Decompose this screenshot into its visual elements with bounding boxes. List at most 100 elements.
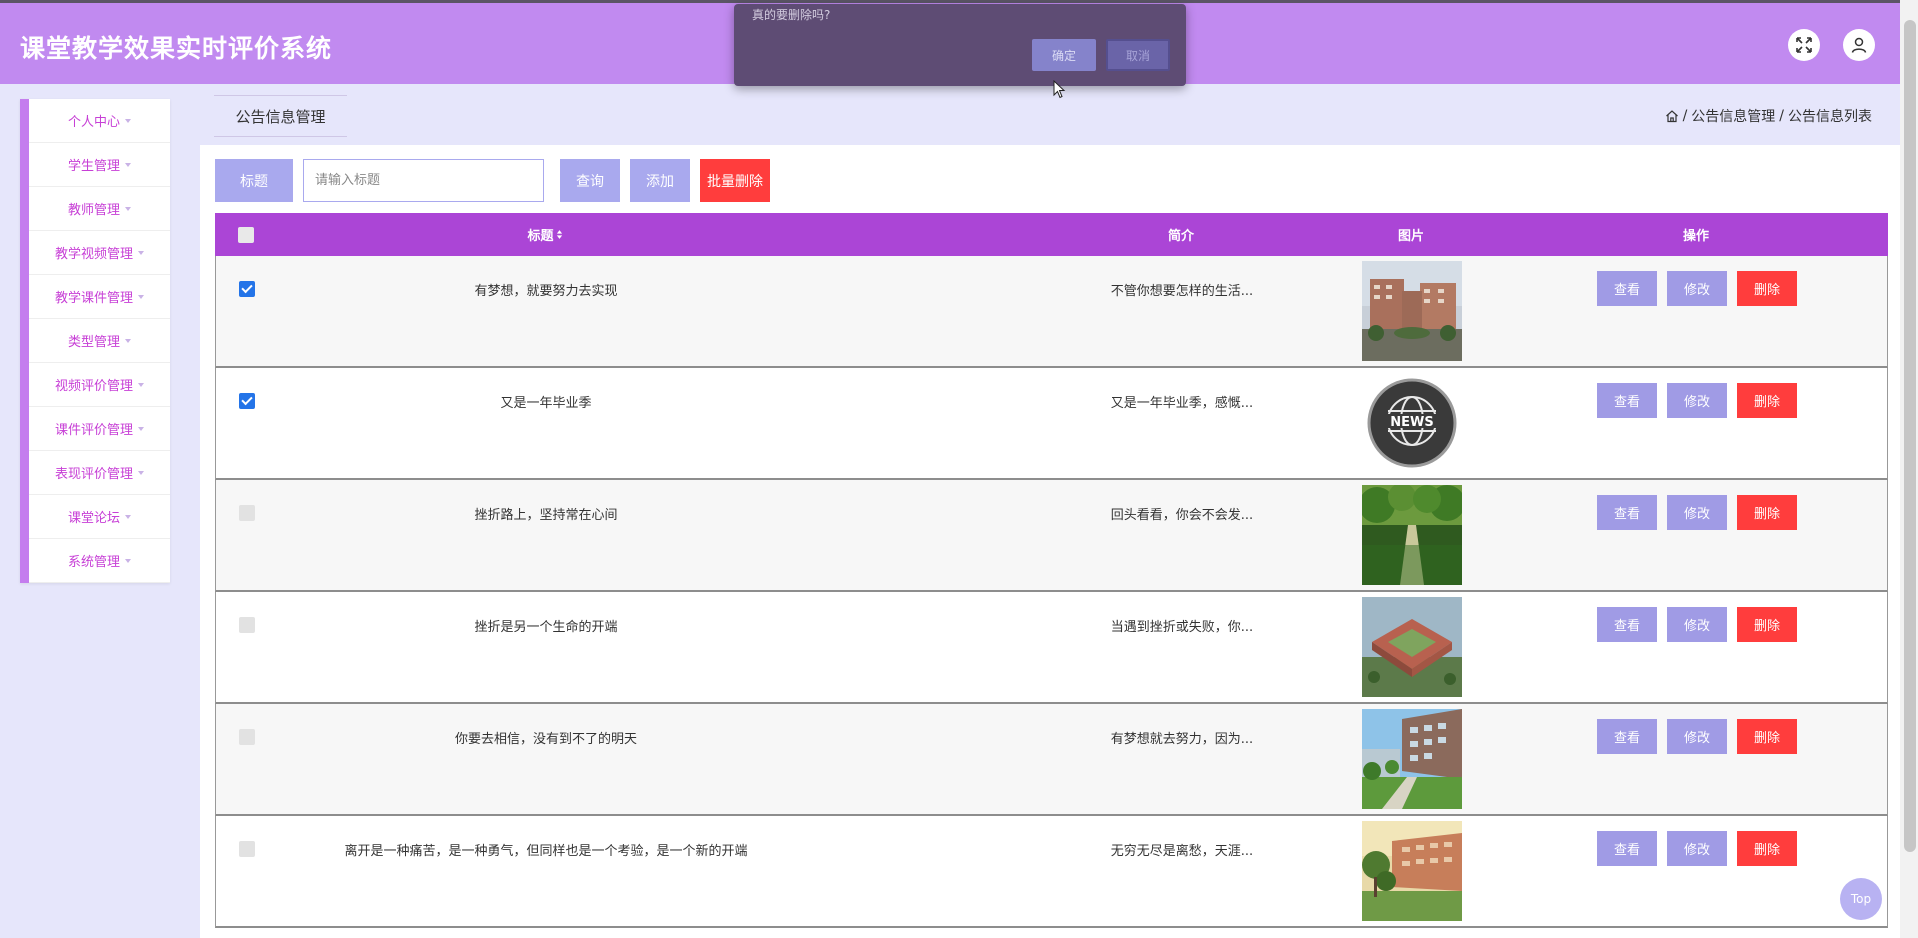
back-to-top-button[interactable]: Top	[1840, 878, 1882, 920]
delete-button[interactable]: 删除	[1737, 495, 1797, 530]
fullscreen-icon	[1796, 37, 1812, 53]
notice-table: 标题 简介 图片 操作 有梦想，就要努力去实现 不管你想要怎样的生活... 查看…	[215, 213, 1888, 928]
row-summary: 不管你想要怎样的生活...	[1110, 284, 1254, 299]
row-title: 有梦想，就要努力去实现	[474, 284, 618, 299]
column-header-summary: 简介	[1167, 229, 1194, 244]
delete-button[interactable]: 删除	[1737, 271, 1797, 306]
campus-sunset-photo	[1362, 821, 1462, 921]
sort-icon[interactable]	[556, 229, 563, 240]
home-icon[interactable]	[1665, 109, 1679, 123]
row-title: 你要去相信，没有到不了的明天	[454, 732, 637, 747]
view-button[interactable]: 查看	[1597, 607, 1657, 642]
sidebar-item-label: 课堂论坛	[67, 511, 120, 526]
batch-delete-button[interactable]: 批量删除	[700, 159, 770, 202]
sidebar-item-label: 个人中心	[67, 115, 120, 130]
dialog-message: 真的要删除吗?	[752, 8, 831, 22]
dialog-cancel-button[interactable]: 取消	[1106, 39, 1170, 71]
sidebar-item-students[interactable]: 学生管理	[29, 143, 170, 187]
row-checkbox[interactable]	[239, 729, 255, 745]
caret-down-icon	[138, 470, 144, 475]
sidebar-item-label: 教学视频管理	[54, 247, 133, 262]
sidebar-item-coursewares[interactable]: 教学课件管理	[29, 275, 170, 319]
vertical-scrollbar[interactable]	[1904, 20, 1916, 852]
add-button[interactable]: 添加	[630, 159, 690, 202]
view-button[interactable]: 查看	[1597, 271, 1657, 306]
table-row: 挫折是另一个生命的开端 当遇到挫折或失败，你... 查看 修改 删除	[215, 592, 1888, 704]
edit-button[interactable]: 修改	[1667, 271, 1727, 306]
page-title-tab: 公告信息管理	[214, 95, 347, 137]
row-summary: 当遇到挫折或失败，你...	[1110, 620, 1254, 635]
row-checkbox[interactable]	[239, 617, 255, 633]
sidebar-item-label: 教师管理	[67, 203, 120, 218]
edit-button[interactable]: 修改	[1667, 831, 1727, 866]
column-header-title-label: 标题	[527, 229, 554, 244]
caret-down-icon	[138, 382, 144, 387]
breadcrumb-level1[interactable]: 公告信息管理	[1691, 106, 1775, 126]
search-field-label: 标题	[215, 159, 293, 202]
table-row: 又是一年毕业季 又是一年毕业季，感慨... NEWS 查看 修改 删除	[215, 368, 1888, 480]
row-summary: 又是一年毕业季，感慨...	[1110, 396, 1254, 411]
sidebar-item-label: 课件评价管理	[54, 423, 133, 438]
sidebar-item-teachers[interactable]: 教师管理	[29, 187, 170, 231]
row-checkbox[interactable]	[239, 505, 255, 521]
table-row: 离开是一种痛苦，是一种勇气，但同样也是一个考验，是一个新的开端 无穷无尽是离愁，…	[215, 816, 1888, 928]
fullscreen-button[interactable]	[1788, 29, 1820, 61]
edit-button[interactable]: 修改	[1667, 495, 1727, 530]
app-title: 课堂教学效果实时评价系统	[20, 34, 333, 63]
column-header-image: 图片	[1397, 229, 1424, 244]
news-label: NEWS	[1390, 415, 1433, 430]
edit-button[interactable]: 修改	[1667, 719, 1727, 754]
caret-down-icon	[125, 338, 131, 343]
row-summary: 回头看看，你会不会发...	[1110, 508, 1254, 523]
sidebar-item-videos[interactable]: 教学视频管理	[29, 231, 170, 275]
sidebar-item-video-reviews[interactable]: 视频评价管理	[29, 363, 170, 407]
view-button[interactable]: 查看	[1597, 383, 1657, 418]
delete-button[interactable]: 删除	[1737, 831, 1797, 866]
sidebar-item-label: 系统管理	[67, 555, 120, 570]
row-checkbox[interactable]	[239, 281, 255, 297]
sidebar-item-forum[interactable]: 课堂论坛	[29, 495, 170, 539]
delete-button[interactable]: 删除	[1737, 383, 1797, 418]
sidebar-item-performance-reviews[interactable]: 表现评价管理	[29, 451, 170, 495]
sidebar-item-label: 表现评价管理	[54, 467, 133, 482]
row-checkbox[interactable]	[239, 393, 255, 409]
row-title: 又是一年毕业季	[500, 396, 592, 411]
column-header-title[interactable]: 标题	[295, 213, 795, 256]
sidebar-item-label: 类型管理	[67, 335, 120, 350]
breadcrumb-level2: 公告信息列表	[1788, 109, 1872, 125]
sidebar-item-label: 教学课件管理	[54, 291, 133, 306]
delete-button[interactable]: 删除	[1737, 607, 1797, 642]
edit-button[interactable]: 修改	[1667, 383, 1727, 418]
caret-down-icon	[138, 294, 144, 299]
row-title: 离开是一种痛苦，是一种勇气，但同样也是一个考验，是一个新的开端	[344, 844, 748, 859]
delete-button[interactable]: 删除	[1737, 719, 1797, 754]
view-button[interactable]: 查看	[1597, 719, 1657, 754]
query-button[interactable]: 查询	[560, 159, 620, 202]
sidebar-item-label: 视频评价管理	[54, 379, 133, 394]
dialog-ok-button[interactable]: 确定	[1032, 39, 1096, 71]
select-all-checkbox[interactable]	[238, 227, 254, 243]
caret-down-icon	[138, 250, 144, 255]
caret-down-icon	[125, 558, 131, 563]
table-header: 标题 简介 图片 操作	[215, 213, 1888, 256]
user-menu-button[interactable]	[1843, 29, 1875, 61]
breadcrumb: / 公告信息管理 / 公告信息列表	[1665, 106, 1872, 126]
sidebar-item-personal-center[interactable]: 个人中心	[29, 99, 170, 143]
view-button[interactable]: 查看	[1597, 831, 1657, 866]
campus-building-photo	[1362, 261, 1462, 361]
title-search-input[interactable]	[303, 159, 544, 202]
sidebar-item-types[interactable]: 类型管理	[29, 319, 170, 363]
news-globe-icon: NEWS	[1362, 373, 1462, 473]
tree-path-photo	[1362, 485, 1462, 585]
sidebar-item-label: 学生管理	[67, 159, 120, 174]
sidebar-item-courseware-reviews[interactable]: 课件评价管理	[29, 407, 170, 451]
view-button[interactable]: 查看	[1597, 495, 1657, 530]
caret-down-icon	[125, 206, 131, 211]
sidebar-item-system[interactable]: 系统管理	[29, 539, 170, 583]
column-header-actions: 操作	[1682, 229, 1709, 244]
row-title: 挫折是另一个生命的开端	[474, 620, 618, 635]
edit-button[interactable]: 修改	[1667, 607, 1727, 642]
row-checkbox[interactable]	[239, 841, 255, 857]
table-row: 挫折路上，坚持常在心间 回头看看，你会不会发... 查看 修改 删除	[215, 480, 1888, 592]
user-icon	[1851, 37, 1867, 53]
